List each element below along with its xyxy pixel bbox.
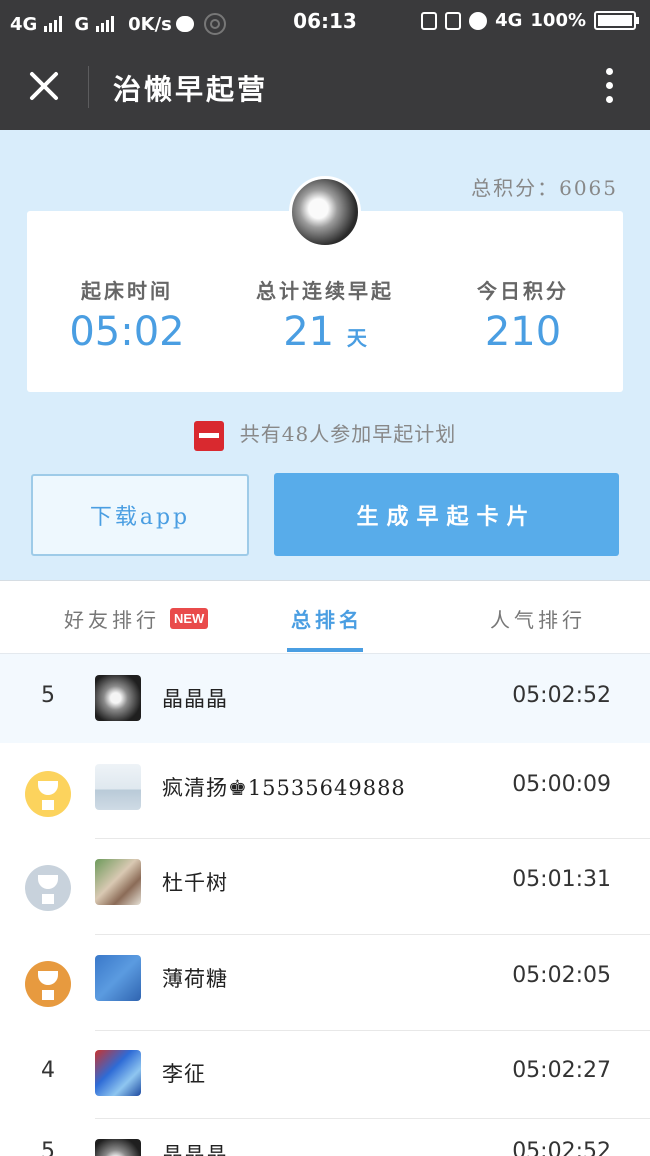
stat-label: 今日积分 (477, 279, 569, 303)
wakeup-time: 05:01:31 (512, 867, 611, 892)
stat-streak: 总计连续早起 21 天 (225, 275, 425, 352)
nav-bar: 治懒早起营 (0, 42, 650, 130)
silver-trophy-icon (25, 865, 71, 911)
user-name: 杜千树 (162, 871, 228, 895)
status-right: 4G 100% (421, 10, 639, 31)
nav-divider (88, 66, 89, 108)
rank-number: 5 (41, 683, 55, 708)
new-badge: NEW (170, 607, 209, 629)
list-item[interactable]: 杜千树 05:01:31 (0, 839, 650, 935)
user-avatar[interactable] (289, 176, 361, 248)
rank-number: 4 (41, 1058, 55, 1083)
battery-saver-icon (421, 11, 438, 30)
stat-unit: 天 (346, 326, 367, 350)
tab-label: 人气排行 (490, 607, 586, 632)
download-app-button[interactable]: 下载app (31, 474, 249, 556)
tab-friends[interactable]: 好友排行 NEW (64, 582, 209, 654)
summary-header: 总积分：6065 起床时间 05:02 总计连续早起 21 天 今日积分 210… (0, 130, 650, 581)
close-icon[interactable] (22, 64, 66, 108)
tab-label: 好友排行 (64, 607, 160, 632)
wakeup-time: 05:00:09 (512, 772, 611, 797)
avatar (95, 955, 141, 1001)
user-name: 晶晶晶 (162, 1143, 228, 1156)
more-icon[interactable] (606, 68, 614, 104)
vibrate-icon (445, 11, 462, 30)
battery-icon (594, 11, 639, 30)
stat-value: 210 (484, 309, 562, 355)
tab-label: 总排名 (291, 607, 363, 632)
stat-value: 21 天 (283, 309, 367, 355)
battery-percent: 100% (530, 10, 586, 31)
rank-number: 5 (41, 1139, 55, 1156)
avatar (95, 764, 141, 810)
ranking-tabs: 好友排行 NEW 总排名 人气排行 (0, 582, 650, 654)
my-rank-row[interactable]: 5 晶晶晶 05:02:52 (0, 654, 650, 743)
alarm-icon (469, 11, 488, 30)
wakeup-time: 05:02:27 (512, 1058, 611, 1083)
list-item[interactable]: 薄荷糖 05:02:05 (0, 935, 650, 1031)
user-name: 薄荷糖 (162, 967, 228, 991)
stat-label: 起床时间 (81, 279, 173, 303)
avatar (95, 859, 141, 905)
status-bar: 4G G 0K/s 06:13 4G 100% (0, 0, 650, 42)
stat-label: 总计连续早起 (256, 279, 394, 303)
list-item[interactable]: 疯清扬♚15535649888 05:00:09 (0, 743, 650, 839)
stat-wakeup-time: 起床时间 05:02 (27, 275, 227, 352)
wakeup-time: 05:02:52 (512, 1139, 611, 1156)
list-item[interactable]: 5 晶晶晶 05:02:52 (0, 1119, 650, 1156)
user-name: 疯清扬♚15535649888 (162, 776, 406, 800)
user-name: 晶晶晶 (162, 687, 228, 711)
user-name: 李征 (162, 1062, 206, 1086)
stat-today-score: 今日积分 210 (423, 275, 623, 352)
participants-line: 共有48人参加早起计划 (0, 418, 650, 451)
tab-overall[interactable]: 总排名 (291, 582, 363, 654)
wakeup-time: 05:02:05 (512, 963, 611, 988)
list-item[interactable]: 4 李征 05:02:27 (0, 1031, 650, 1119)
participants-text: 共有48人参加早起计划 (239, 422, 457, 446)
wakeup-time: 05:02:52 (512, 683, 611, 708)
bronze-trophy-icon (25, 961, 71, 1007)
tab-popularity[interactable]: 人气排行 (490, 582, 586, 654)
avatar (95, 1050, 141, 1096)
active-tab-indicator (287, 648, 363, 652)
total-score: 总积分：6065 (471, 176, 618, 200)
avatar (95, 675, 141, 721)
page-title: 治懒早起营 (113, 73, 269, 106)
gold-trophy-icon (25, 771, 71, 817)
stat-value: 05:02 (69, 309, 185, 355)
generate-card-button[interactable]: 生成早起卡片 (274, 473, 619, 556)
avatar (95, 1139, 141, 1156)
network-type-3: 4G (495, 10, 523, 31)
brand-logo-icon (193, 420, 224, 451)
